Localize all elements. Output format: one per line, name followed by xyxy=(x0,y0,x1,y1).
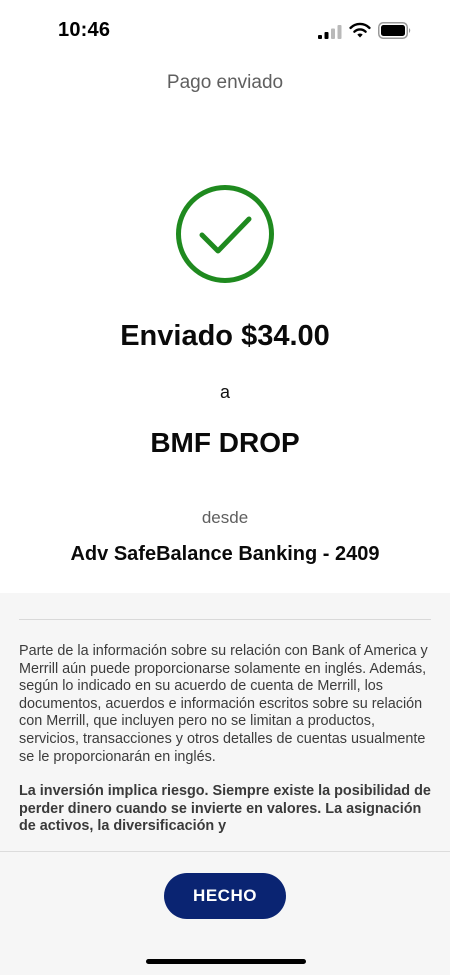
footer: HECHO xyxy=(0,851,450,975)
recipient-name: BMF DROP xyxy=(150,427,300,458)
disclosure-language-notice: Parte de la información sobre su relació… xyxy=(19,643,428,765)
disclosure-investment-risk: La inversión implica riesgo. Siempre exi… xyxy=(19,783,431,835)
status-bar: 10:46 xyxy=(0,0,450,60)
source-account: Adv SafeBalance Banking - 2409 xyxy=(70,543,380,565)
wifi-icon xyxy=(349,22,371,38)
from-label: desde xyxy=(201,508,249,527)
done-button[interactable]: HECHO xyxy=(164,873,286,919)
disclosure-text: Parte de la información sobre su relació… xyxy=(19,643,437,851)
disclosure-panel[interactable]: Parte de la información sobre su relació… xyxy=(0,593,450,851)
divider xyxy=(19,619,431,620)
signal-icon xyxy=(318,25,342,39)
page-title: Pago enviado xyxy=(166,72,284,93)
to-label: a xyxy=(219,382,230,402)
amount-sent: Enviado $34.00 xyxy=(120,320,330,352)
checkmark-circle-icon xyxy=(176,185,274,283)
battery-icon xyxy=(378,22,411,39)
status-time: 10:46 xyxy=(58,19,111,41)
home-indicator[interactable] xyxy=(146,959,306,964)
